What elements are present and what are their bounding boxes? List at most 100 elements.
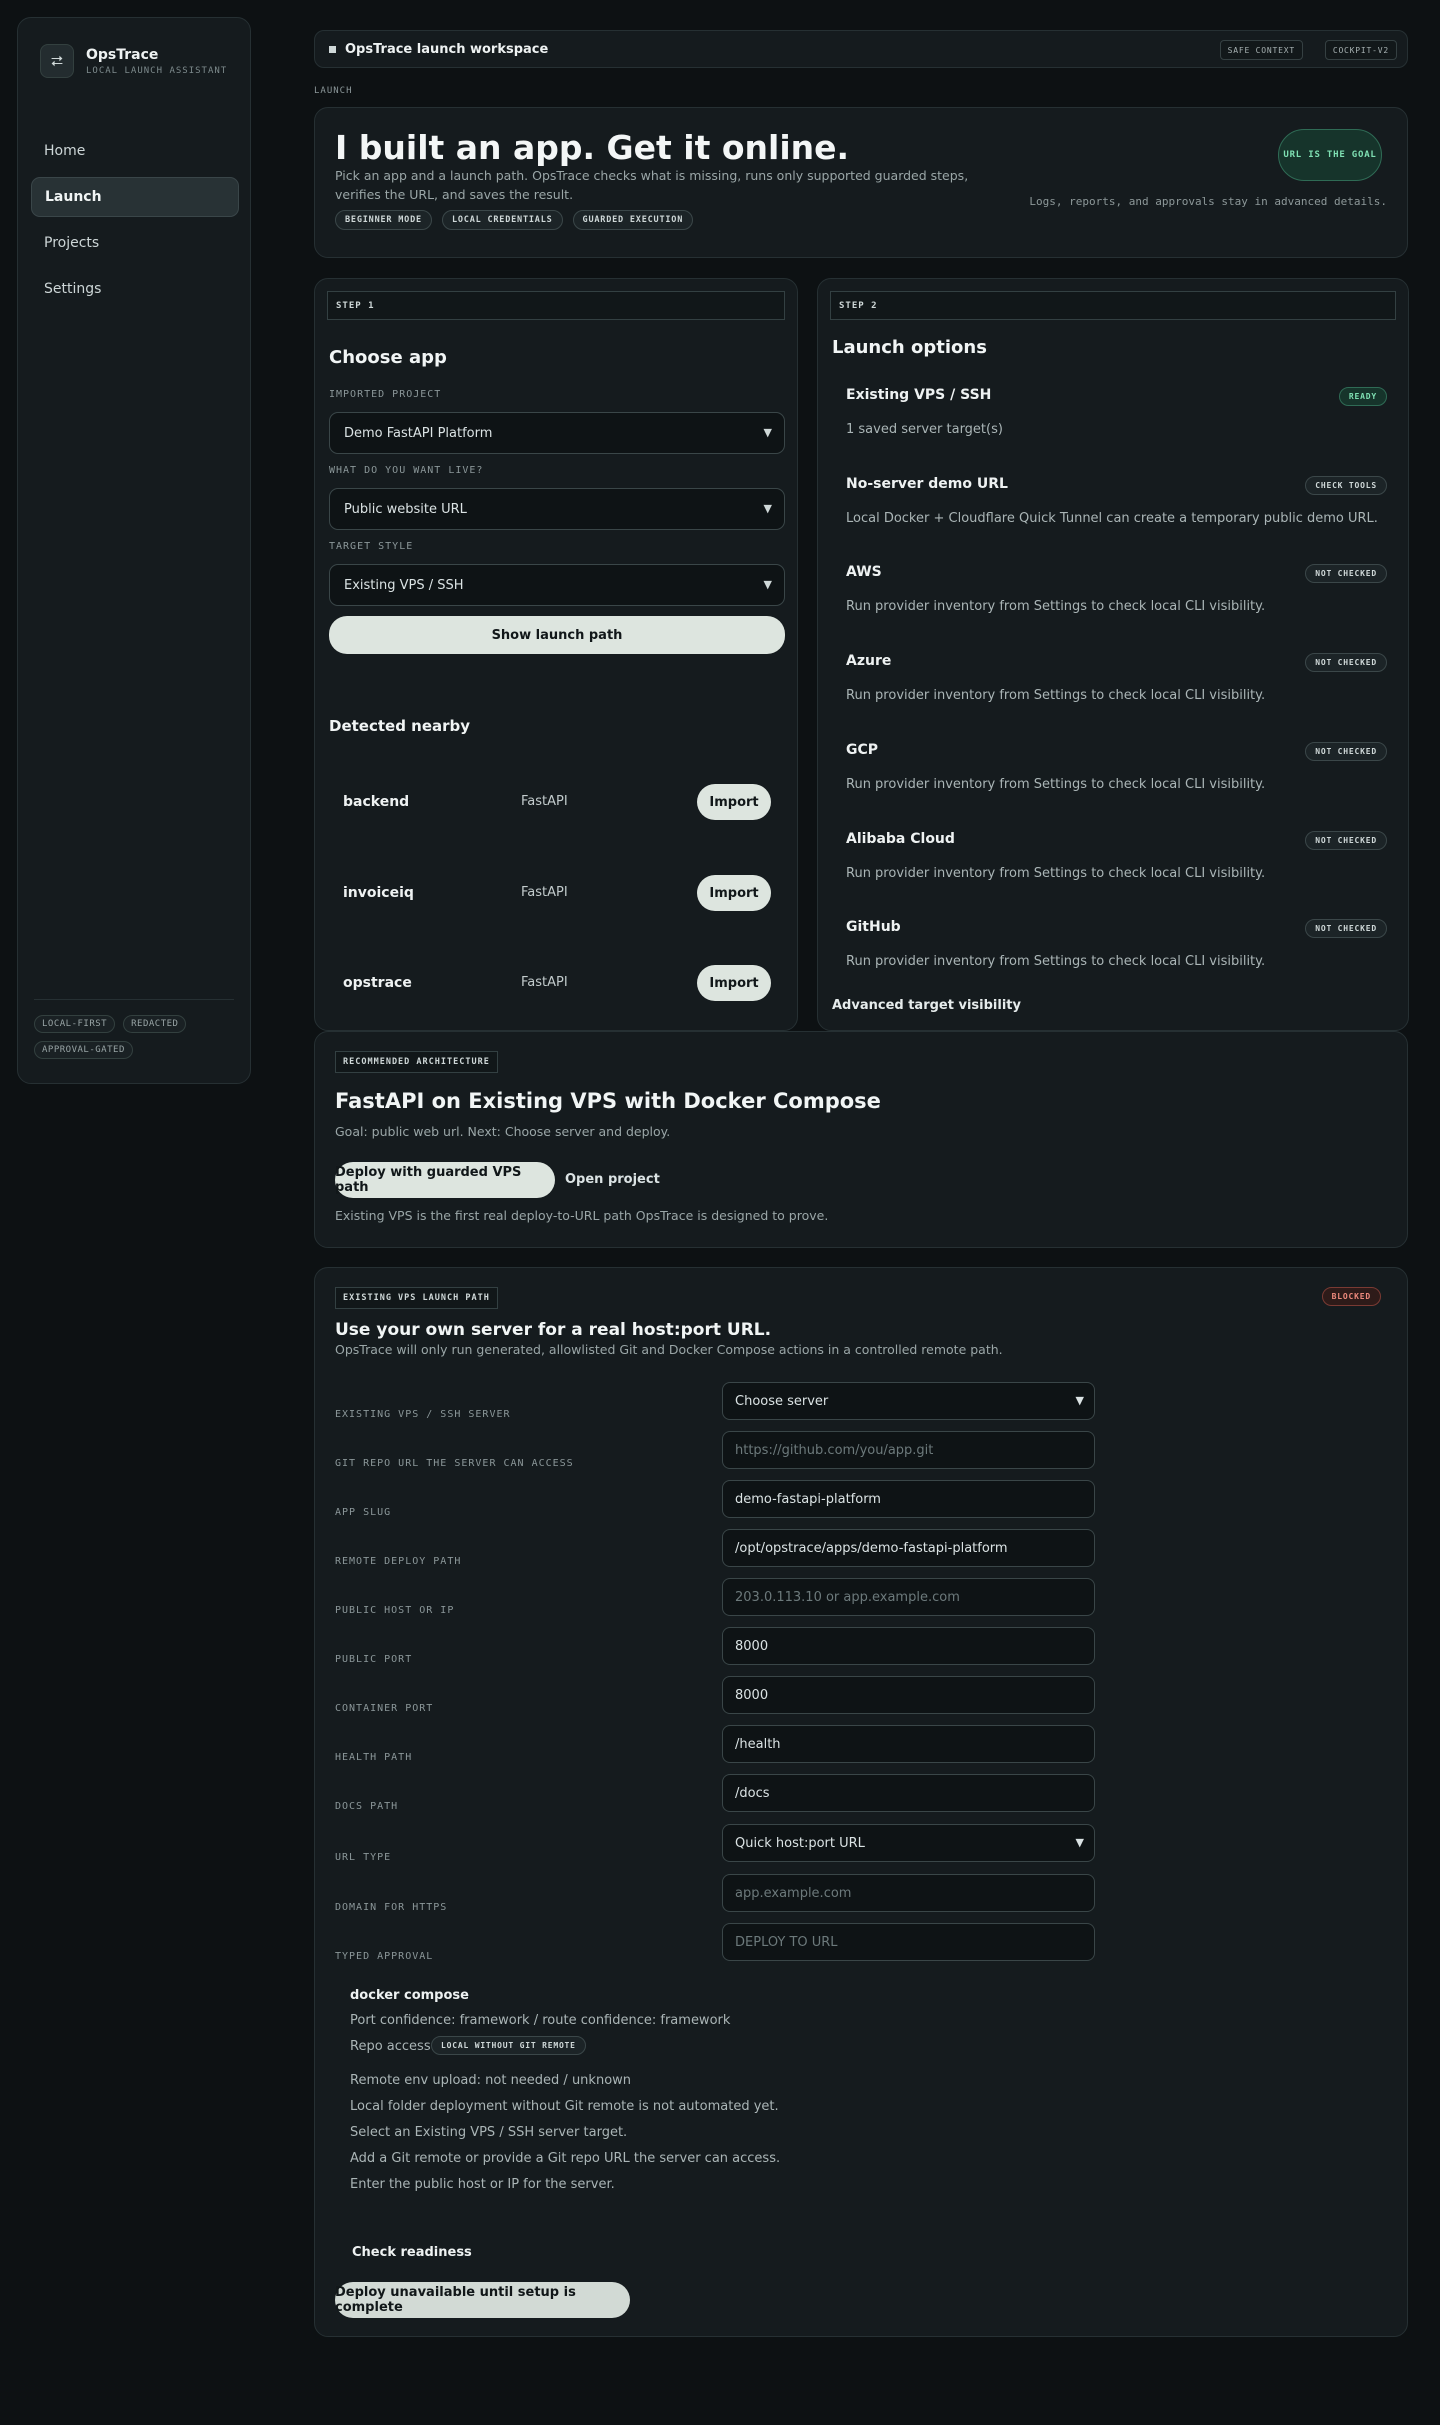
detected-nearby-title: Detected nearby [329, 717, 471, 735]
launch-option-gcp[interactable]: GCP NOT CHECKED Run provider inventory f… [832, 730, 1387, 819]
health-path-label: HEALTH PATH [335, 1752, 413, 1763]
vps-server-label: EXISTING VPS / SSH SERVER [335, 1409, 511, 1420]
launch-option-azure[interactable]: Azure NOT CHECKED Run provider inventory… [832, 641, 1387, 730]
git-repo-label: GIT REPO URL THE SERVER CAN ACCESS [335, 1458, 574, 1469]
import-button[interactable]: Import [697, 875, 771, 911]
brand-subtitle: LOCAL LAUNCH ASSISTANT [86, 65, 228, 76]
brand: ⮂ OpsTrace LOCAL LAUNCH ASSISTANT [40, 44, 227, 78]
typed-approval-label: TYPED APPROVAL [335, 1951, 434, 1962]
imported-project-value: Demo FastAPI Platform [344, 425, 493, 441]
option-description: 1 saved server target(s) [846, 422, 1003, 437]
remote-deploy-path-label: REMOTE DEPLOY PATH [335, 1556, 462, 1567]
launch-option-github[interactable]: GitHub NOT CHECKED Run provider inventor… [832, 907, 1387, 996]
target-style-label: TARGET STYLE [329, 541, 414, 552]
workspace-title: OpsTrace launch workspace [345, 42, 549, 57]
vps-launch-title: Use your own server for a real host:port… [335, 1320, 772, 1340]
launch-options-title: Launch options [832, 337, 987, 358]
public-port-label: PUBLIC PORT [335, 1654, 413, 1665]
app-slug-input[interactable]: demo-fastapi-platform [722, 1480, 1095, 1518]
sidebar-item-projects[interactable]: Projects [31, 223, 239, 263]
vps-launch-description: OpsTrace will only run generated, allowl… [335, 1342, 1003, 1357]
readiness-title: docker compose [350, 1988, 469, 2003]
health-path-input[interactable]: /health [722, 1725, 1095, 1763]
readiness-line: Remote env upload: not needed / unknown [350, 2073, 632, 2088]
live-target-select[interactable]: Public website URL ▼ [329, 488, 785, 530]
container-port-input[interactable]: 8000 [722, 1676, 1095, 1714]
imported-project-select[interactable]: Demo FastAPI Platform ▼ [329, 412, 785, 454]
public-host-label: PUBLIC HOST OR IP [335, 1605, 455, 1616]
imported-project-label: IMPORTED PROJECT [329, 389, 442, 400]
deploy-guarded-vps-button[interactable]: Deploy with guarded VPS path [335, 1162, 555, 1198]
step1-label: STEP 1 [327, 291, 785, 320]
detected-app-framework: FastAPI [521, 975, 568, 990]
live-target-label: WHAT DO YOU WANT LIVE? [329, 465, 484, 476]
brand-name: OpsTrace [86, 46, 159, 63]
square-icon [329, 46, 336, 53]
option-description: Run provider inventory from Settings to … [846, 599, 1266, 614]
architecture-label: RECOMMENDED ARCHITECTURE [335, 1051, 498, 1073]
vps-launch-panel: EXISTING VPS LAUNCH PATH BLOCKED Use you… [314, 1267, 1408, 2337]
workspace-header: OpsTrace launch workspace SAFE CONTEXT C… [314, 30, 1408, 68]
typed-approval-input[interactable]: DEPLOY TO URL [722, 1923, 1095, 1961]
vps-server-select[interactable]: Choose server ▼ [722, 1382, 1095, 1420]
public-port-input[interactable]: 8000 [722, 1627, 1095, 1665]
option-description: Local Docker + Cloudflare Quick Tunnel c… [846, 511, 1378, 526]
step2-panel: STEP 2 Launch options Existing VPS / SSH… [817, 278, 1409, 1031]
status-badge: NOT CHECKED [1305, 564, 1387, 583]
readiness-line: Local folder deployment without Git remo… [350, 2099, 779, 2114]
sidebar-nav: Home Launch Projects Settings [31, 131, 239, 315]
page-title: I built an app. Get it online. [335, 128, 850, 167]
chevron-down-icon: ▼ [763, 426, 772, 439]
option-description: Run provider inventory from Settings to … [846, 954, 1266, 969]
check-readiness-button[interactable]: Check readiness [352, 2245, 472, 2260]
launch-option-demo-url[interactable]: No-server demo URL CHECK TOOLS Local Doc… [832, 464, 1387, 553]
status-badge: NOT CHECKED [1305, 653, 1387, 672]
repo-access-badge: LOCAL WITHOUT GIT REMOTE [431, 2036, 586, 2055]
advanced-target-visibility-toggle[interactable]: Advanced target visibility [832, 998, 1021, 1013]
domain-input[interactable]: app.example.com [722, 1874, 1095, 1912]
readiness-line: Add a Git remote or provide a Git repo U… [350, 2151, 781, 2166]
launch-option-aws[interactable]: AWS NOT CHECKED Run provider inventory f… [832, 552, 1387, 641]
hero-description: Pick an app and a launch path. OpsTrace … [335, 168, 969, 202]
public-host-input[interactable]: 203.0.113.10 or app.example.com [722, 1578, 1095, 1616]
option-name: Alibaba Cloud [846, 831, 955, 847]
deploy-unavailable-button[interactable]: Deploy unavailable until setup is comple… [335, 2282, 630, 2318]
git-repo-input[interactable]: https://github.com/you/app.git [722, 1431, 1095, 1469]
goal-badge: URL IS THE GOAL [1278, 129, 1382, 181]
chevron-down-icon: ▼ [763, 502, 772, 515]
list-item: backend FastAPI Import [329, 776, 785, 828]
docs-path-label: DOCS PATH [335, 1801, 399, 1812]
launch-option-alibaba[interactable]: Alibaba Cloud NOT CHECKED Run provider i… [832, 819, 1387, 908]
sidebar-item-launch[interactable]: Launch [31, 177, 239, 217]
open-project-link[interactable]: Open project [565, 1172, 660, 1187]
domain-label: DOMAIN FOR HTTPS [335, 1902, 448, 1913]
sidebar-item-settings[interactable]: Settings [31, 269, 239, 309]
import-button[interactable]: Import [697, 965, 771, 1001]
option-description: Run provider inventory from Settings to … [846, 688, 1266, 703]
status-badge: BLOCKED [1321, 1287, 1381, 1306]
remote-deploy-path-input[interactable]: /opt/opstrace/apps/demo-fastapi-platform [722, 1529, 1095, 1567]
architecture-goal: Goal: public web url. Next: Choose serve… [335, 1124, 671, 1139]
option-name: No-server demo URL [846, 476, 1008, 492]
show-launch-path-button[interactable]: Show launch path [329, 616, 785, 654]
architecture-title: FastAPI on Existing VPS with Docker Comp… [335, 1089, 881, 1113]
detected-app-framework: FastAPI [521, 794, 568, 809]
url-type-value: Quick host:port URL [735, 1835, 865, 1851]
import-button[interactable]: Import [697, 784, 771, 820]
sidebar-item-home[interactable]: Home [31, 131, 239, 171]
option-name: GCP [846, 742, 879, 758]
docs-path-input[interactable]: /docs [722, 1774, 1095, 1812]
vps-launch-label: EXISTING VPS LAUNCH PATH [335, 1287, 498, 1309]
chevron-down-icon: ▼ [763, 578, 772, 591]
badge-local-credentials: LOCAL CREDENTIALS [441, 210, 563, 230]
readiness-line: Select an Existing VPS / SSH server targ… [350, 2125, 628, 2140]
target-style-select[interactable]: Existing VPS / SSH ▼ [329, 564, 785, 606]
url-type-select[interactable]: Quick host:port URL ▼ [722, 1824, 1095, 1862]
option-name: GitHub [846, 919, 901, 935]
vps-server-value: Choose server [735, 1393, 829, 1409]
share-icon: ⮂ [40, 44, 74, 78]
launch-option-vps[interactable]: Existing VPS / SSH READY 1 saved server … [832, 375, 1387, 464]
repo-access-label: Repo access: [350, 2039, 435, 2054]
app-slug-label: APP SLUG [335, 1507, 392, 1518]
option-name: Existing VPS / SSH [846, 387, 992, 403]
